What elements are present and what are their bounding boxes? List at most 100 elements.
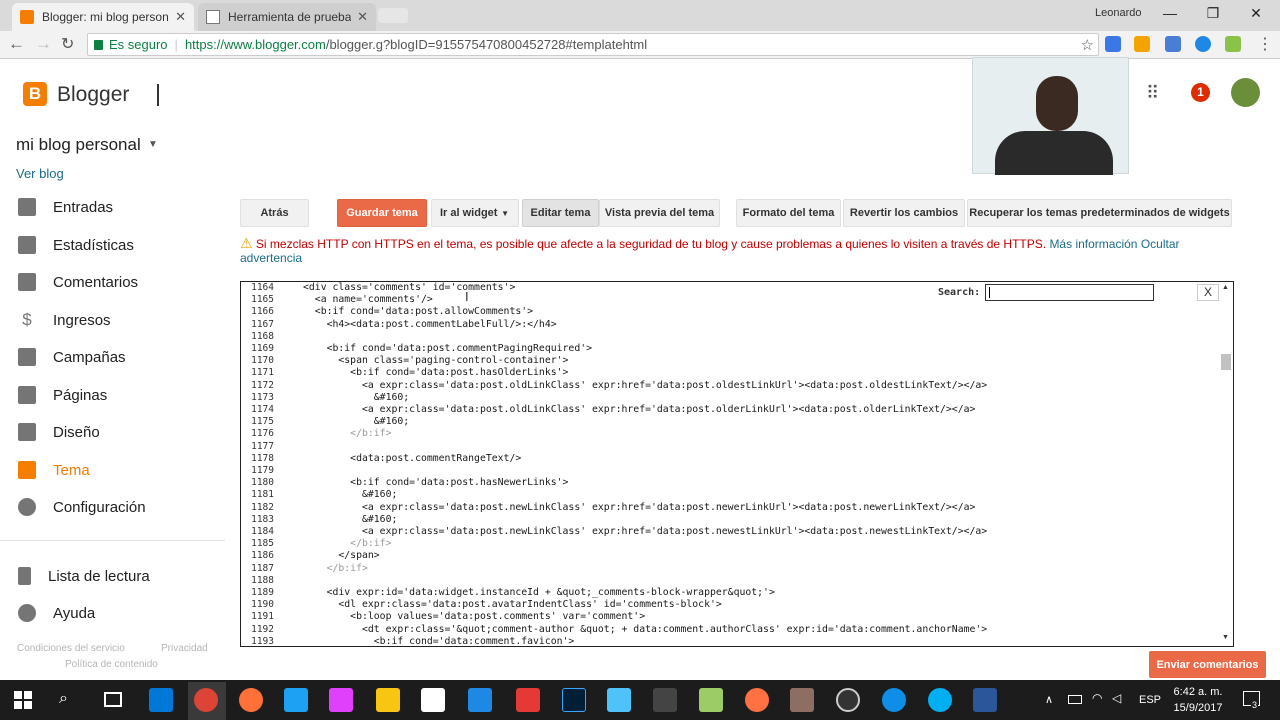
extension-icon[interactable] — [1165, 36, 1181, 52]
close-tab-icon[interactable]: ✕ — [175, 9, 186, 25]
code-line[interactable]: &#160; — [303, 416, 409, 428]
revert-changes-button[interactable]: Revertir los cambios — [843, 199, 965, 227]
format-theme-button[interactable]: Formato del tema — [736, 199, 841, 227]
code-line[interactable]: <b:if cond='data:post.allowComments'> — [303, 306, 533, 318]
sidebar-item-diseno[interactable]: Diseño — [0, 415, 220, 449]
app-icon[interactable] — [790, 688, 814, 712]
scrollbar-thumb[interactable] — [1221, 354, 1231, 370]
code-line[interactable]: &#160; — [303, 514, 397, 526]
twitter-icon[interactable] — [284, 688, 308, 712]
code-line[interactable]: <a expr:class='data:post.newLinkClass' e… — [303, 502, 975, 514]
teamviewer-icon[interactable] — [882, 688, 906, 712]
code-line[interactable]: <b:loop values='data:post.comments' var=… — [303, 611, 645, 623]
code-line[interactable]: <dl expr:class='data:post.avatarIndentCl… — [303, 599, 721, 611]
forward-arrow-icon[interactable]: → — [35, 34, 52, 54]
search-icon[interactable]: ⌕ — [59, 690, 68, 708]
privacy-link[interactable]: Privacidad — [161, 643, 208, 654]
blogger-logo-icon[interactable]: B — [23, 82, 47, 106]
volume-icon[interactable]: ◁ — [1112, 691, 1121, 705]
bookmark-star-icon[interactable]: ☆ — [1081, 36, 1094, 54]
code-line[interactable]: <div class='comments' id='comments'> — [303, 282, 515, 294]
code-line[interactable]: </b:if> — [303, 428, 391, 440]
extension-icon[interactable] — [1134, 36, 1150, 52]
code-line[interactable]: <data:post.commentRangeText/> — [303, 453, 521, 465]
close-search-button[interactable]: X — [1197, 284, 1219, 301]
search-input[interactable] — [985, 284, 1154, 301]
avatar[interactable] — [1231, 78, 1260, 107]
code-line[interactable]: <b:if cond='data:post.commentPagingRequi… — [303, 343, 592, 355]
sidebar-item-lista-de-lectura[interactable]: Lista de lectura — [0, 559, 220, 593]
chevron-down-icon[interactable]: ▼ — [148, 139, 158, 150]
minimize-icon[interactable]: — — [1160, 5, 1180, 21]
scroll-down-icon[interactable]: ▼ — [1222, 634, 1229, 641]
code-line[interactable]: </span> — [303, 550, 379, 562]
extension-icon[interactable] — [1105, 36, 1121, 52]
code-line[interactable]: <a expr:class='data:post.oldLinkClass' e… — [303, 380, 987, 392]
code-line[interactable]: <a expr:class='data:post.oldLinkClass' e… — [303, 404, 975, 416]
chevron-up-icon[interactable]: ∧ — [1045, 693, 1053, 706]
edge-icon[interactable] — [149, 688, 173, 712]
apps-grid-icon[interactable]: ⠿ — [1146, 83, 1159, 104]
view-blog-link[interactable]: Ver blog — [16, 166, 64, 181]
code-line[interactable]: </b:if> — [303, 563, 368, 575]
battery-icon[interactable] — [1068, 695, 1082, 704]
extension-icon[interactable] — [1195, 36, 1211, 52]
profile-name[interactable]: Leonardo — [1095, 7, 1142, 19]
firefox-icon[interactable] — [239, 688, 263, 712]
sidebar-item-paginas[interactable]: Páginas — [0, 378, 220, 412]
skype-icon[interactable] — [928, 688, 952, 712]
tab-herramienta[interactable]: Herramienta de pruebas ✕ — [198, 3, 376, 31]
chrome-icon[interactable] — [194, 688, 218, 712]
app-icon[interactable] — [468, 688, 492, 712]
brand-name[interactable]: Blogger — [57, 83, 129, 107]
notification-badge[interactable]: 1 — [1191, 83, 1210, 102]
content-policy-link[interactable]: Política de contenido — [65, 659, 158, 670]
code-line[interactable]: <h4><data:post.commentLabelFull/>:</h4> — [303, 319, 557, 331]
sidebar-item-estadisticas[interactable]: Estadísticas — [0, 228, 220, 262]
app-icon[interactable] — [653, 688, 677, 712]
new-tab-button[interactable] — [378, 8, 408, 23]
preview-theme-tab[interactable]: Vista previa del tema — [599, 199, 720, 227]
sidebar-item-configuracion[interactable]: Configuración — [0, 490, 220, 524]
code-line[interactable]: <a name='comments'/> — [303, 294, 433, 306]
code-line[interactable]: <b:if cond='data:comment.favicon'> — [303, 636, 575, 646]
sidebar-item-tema[interactable]: Tema — [0, 453, 220, 487]
photoshop-icon[interactable] — [562, 688, 586, 712]
clock-date[interactable]: 15/9/2017 — [1170, 702, 1226, 714]
extension-icon[interactable] — [1225, 36, 1241, 52]
template-code-editor[interactable]: 1164 1165 1166 1167 1168 1169 1170 1171 … — [240, 281, 1234, 647]
more-info-link[interactable]: Más información — [1049, 237, 1137, 251]
go-to-widget-dropdown[interactable]: Ir al widget ▼ — [431, 199, 519, 227]
sidebar-item-ingresos[interactable]: $ Ingresos — [0, 303, 220, 337]
app-icon[interactable] — [836, 688, 860, 712]
editor-scrollbar[interactable]: ▲ ▼ — [1220, 282, 1233, 646]
restore-widget-templates-button[interactable]: Recuperar los temas predeterminados de w… — [967, 199, 1232, 227]
app-icon[interactable] — [699, 688, 723, 712]
word-icon[interactable] — [973, 688, 997, 712]
back-arrow-icon[interactable]: ← — [8, 34, 25, 54]
tab-blogger[interactable]: Blogger: mi blog personal ✕ — [12, 3, 194, 31]
close-tab-icon[interactable]: ✕ — [357, 9, 368, 25]
sidebar-item-comentarios[interactable]: Comentarios — [0, 265, 220, 299]
sidebar-item-entradas[interactable]: Entradas — [0, 190, 220, 224]
code-line[interactable]: <a expr:class='data:post.newLinkClass' e… — [303, 526, 987, 538]
store-icon[interactable] — [421, 688, 445, 712]
back-button[interactable]: Atrás — [240, 199, 309, 227]
app-icon[interactable] — [745, 688, 769, 712]
windows-start-icon[interactable] — [14, 691, 32, 709]
restore-icon[interactable]: ❐ — [1203, 5, 1223, 22]
menu-dots-icon[interactable]: ⋮ — [1257, 34, 1273, 54]
save-theme-button[interactable]: Guardar tema — [337, 199, 427, 227]
app-icon[interactable] — [516, 688, 540, 712]
code-line[interactable]: <dt expr:class='&quot;comment-author &qu… — [303, 624, 987, 636]
task-view-icon[interactable] — [104, 692, 122, 707]
file-explorer-icon[interactable] — [376, 688, 400, 712]
code-line[interactable]: <b:if cond='data:post.hasNewerLinks'> — [303, 477, 568, 489]
app-icon[interactable] — [329, 688, 353, 712]
clock-time[interactable]: 6:42 a. m. — [1170, 686, 1226, 698]
sidebar-item-campanas[interactable]: Campañas — [0, 340, 220, 374]
scroll-up-icon[interactable]: ▲ — [1222, 284, 1229, 291]
code-line[interactable]: &#160; — [303, 392, 409, 404]
code-line[interactable]: </b:if> — [303, 538, 391, 550]
edit-theme-tab[interactable]: Editar tema — [522, 199, 599, 227]
